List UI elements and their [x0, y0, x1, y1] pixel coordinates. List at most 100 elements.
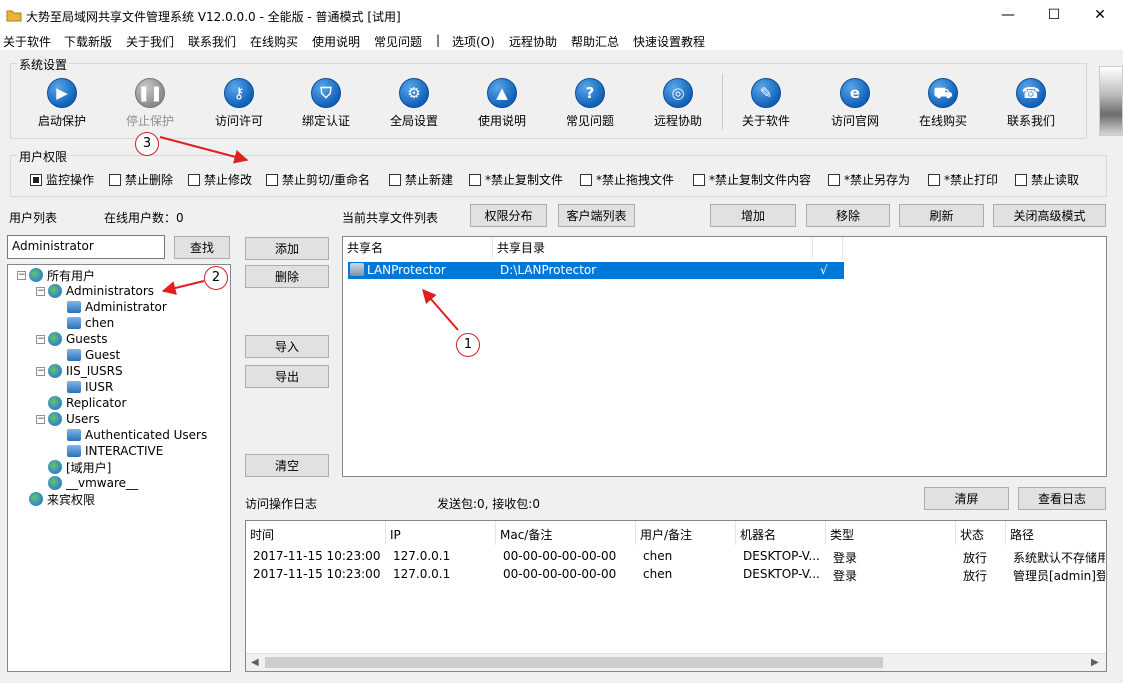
checkbox-no-copy-content[interactable]: *禁止复制文件内容 [693, 171, 811, 188]
search-button[interactable]: 查找 [174, 236, 230, 259]
menu-options[interactable]: 选项(O) [452, 33, 495, 50]
checkbox-monitor[interactable]: 监控操作 [30, 171, 94, 188]
checkbox-no-new[interactable]: 禁止新建 [389, 171, 453, 188]
clear-users-button[interactable]: 清空 [245, 454, 329, 477]
log-col-status[interactable]: 状态 [956, 521, 1006, 545]
log-col-type[interactable]: 类型 [826, 521, 956, 545]
menu-faq[interactable]: 常见问题 [374, 33, 422, 50]
checkbox-box[interactable] [928, 173, 940, 186]
checkbox-no-read[interactable]: 禁止读取 [1015, 171, 1079, 188]
expand-icon[interactable] [36, 463, 45, 472]
share-refresh-button[interactable]: 刷新 [899, 204, 984, 227]
export-button[interactable]: 导出 [245, 365, 329, 388]
import-button[interactable]: 导入 [245, 335, 329, 358]
tree-user-node[interactable]: Administrator [55, 299, 167, 315]
tree-user-node[interactable]: INTERACTIVE [55, 443, 163, 459]
permission-distribution-button[interactable]: 权限分布 [470, 204, 547, 227]
tree-user-node[interactable]: Guest [55, 347, 120, 363]
tree-user-node[interactable]: chen [55, 315, 114, 331]
tree-group-node[interactable]: − Administrators [36, 283, 154, 299]
tree-group-node[interactable]: − 所有用户 [17, 267, 95, 283]
delete-user-button[interactable]: 删除 [245, 265, 329, 288]
client-list-button[interactable]: 客户端列表 [558, 204, 635, 227]
log-col-path[interactable]: 路径 [1006, 521, 1106, 545]
view-log-button[interactable]: 查看日志 [1018, 487, 1106, 510]
menu-remote-help[interactable]: 远程协助 [509, 33, 557, 50]
share-name-header[interactable]: 共享名 [343, 237, 493, 259]
menu-manual[interactable]: 使用说明 [312, 33, 360, 50]
checkbox-box[interactable] [389, 173, 401, 186]
collapse-icon[interactable]: − [36, 334, 45, 344]
log-horizontal-scrollbar[interactable]: ◀ ▶ [246, 653, 1106, 671]
bind-auth-button[interactable]: ⛉ 绑定认证 [286, 78, 366, 130]
close-advanced-mode-button[interactable]: 关闭高级模式 [993, 204, 1106, 227]
share-remove-button[interactable]: 移除 [806, 204, 890, 227]
share-add-button[interactable]: 增加 [710, 204, 796, 227]
close-button[interactable]: ✕ [1077, 0, 1123, 30]
buy-online-button[interactable]: ⛟ 在线购买 [903, 78, 983, 130]
checkbox-no-copy-file[interactable]: *禁止复制文件 [469, 171, 563, 188]
expand-icon[interactable] [17, 495, 26, 504]
menu-about-software[interactable]: 关于软件 [3, 33, 51, 50]
checkbox-box[interactable] [1015, 173, 1027, 186]
checkbox-box[interactable] [266, 173, 278, 186]
log-col-ip[interactable]: IP [386, 521, 496, 545]
share-dir-header[interactable]: 共享目录 [493, 237, 813, 259]
remote-help-button[interactable]: ◎ 远程协助 [638, 78, 718, 130]
log-col-user[interactable]: 用户/备注 [636, 521, 736, 545]
checkbox-no-drag-file[interactable]: *禁止拖拽文件 [580, 171, 674, 188]
log-col-machine[interactable]: 机器名 [736, 521, 826, 545]
share-row-selected[interactable]: LANProtector D:\LANProtector √ [348, 262, 844, 279]
scroll-left-icon[interactable]: ◀ [251, 657, 259, 668]
tree-group-node[interactable]: [域用户] [36, 459, 111, 475]
add-user-button[interactable]: 添加 [245, 237, 329, 260]
checkbox-box[interactable] [109, 173, 121, 186]
tree-group-node[interactable]: − IIS_IUSRS [36, 363, 123, 379]
scrollbar-thumb[interactable] [265, 657, 883, 668]
collapse-icon[interactable]: − [36, 366, 45, 376]
log-col-mac[interactable]: Mac/备注 [496, 521, 636, 545]
contact-us-button[interactable]: ☎ 联系我们 [991, 78, 1071, 130]
stop-protect-button[interactable]: ❚❚ 停止保护 [110, 78, 190, 130]
expand-icon[interactable] [36, 479, 45, 488]
maximize-button[interactable]: ☐ [1031, 0, 1077, 30]
menu-help-summary[interactable]: 帮助汇总 [571, 33, 619, 50]
user-search-input[interactable]: Administrator [7, 235, 165, 259]
start-protect-button[interactable]: ▶ 启动保护 [22, 78, 102, 130]
collapse-icon[interactable]: − [17, 270, 26, 280]
menu-contact[interactable]: 联系我们 [188, 33, 236, 50]
checkbox-no-cut-rename[interactable]: 禁止剪切/重命名 [266, 171, 370, 188]
official-site-button[interactable]: e 访问官网 [815, 78, 895, 130]
access-permit-button[interactable]: ⚷ 访问许可 [199, 78, 279, 130]
checkbox-box[interactable] [469, 173, 481, 186]
tree-group-node[interactable]: 来宾权限 [17, 491, 95, 507]
menu-download[interactable]: 下载新版 [64, 33, 112, 50]
log-row[interactable]: 2017-11-15 10:23:00 127.0.0.1 00-00-00-00-… [246, 567, 1106, 585]
menu-buy-online[interactable]: 在线购买 [250, 33, 298, 50]
checkbox-box[interactable] [828, 173, 840, 186]
tree-user-node[interactable]: IUSR [55, 379, 113, 395]
scroll-right-icon[interactable]: ▶ [1091, 657, 1099, 668]
log-row[interactable]: 2017-11-15 10:23:00 127.0.0.1 00-00-00-00-… [246, 549, 1106, 567]
faq-button[interactable]: ? 常见问题 [550, 78, 630, 130]
tree-group-node[interactable]: − Users [36, 411, 100, 427]
collapse-icon[interactable]: − [36, 286, 45, 296]
expand-icon[interactable] [36, 399, 45, 408]
checkbox-no-save-as[interactable]: *禁止另存为 [828, 171, 910, 188]
manual-button[interactable]: ▲ 使用说明 [462, 78, 542, 130]
tree-group-node[interactable]: __vmware__ [36, 475, 138, 491]
about-software-button[interactable]: ✎ 关于软件 [726, 78, 806, 130]
tree-group-node[interactable]: Replicator [36, 395, 126, 411]
checkbox-box[interactable] [693, 173, 705, 186]
tree-user-node[interactable]: Authenticated Users [55, 427, 207, 443]
checkbox-box[interactable] [188, 173, 200, 186]
collapse-icon[interactable]: − [36, 414, 45, 424]
clear-screen-button[interactable]: 清屏 [924, 487, 1009, 510]
share-flag-header[interactable] [813, 237, 843, 259]
checkbox-no-print[interactable]: *禁止打印 [928, 171, 998, 188]
menu-quick-setup[interactable]: 快速设置教程 [633, 33, 705, 50]
menu-about-us[interactable]: 关于我们 [126, 33, 174, 50]
checkbox-box[interactable] [30, 173, 42, 186]
checkbox-box[interactable] [580, 173, 592, 186]
log-col-time[interactable]: 时间 [246, 521, 386, 545]
